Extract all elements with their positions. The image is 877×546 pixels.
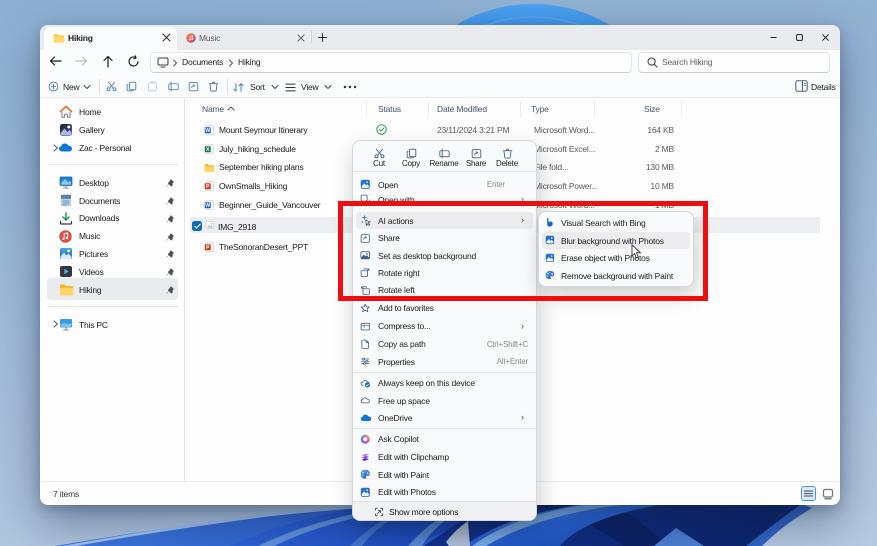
svg-text:P: P	[206, 184, 210, 190]
svg-text:P: P	[206, 245, 210, 251]
svg-text:W: W	[205, 203, 210, 209]
svg-text:X: X	[206, 147, 210, 153]
svg-text:W: W	[205, 128, 210, 134]
